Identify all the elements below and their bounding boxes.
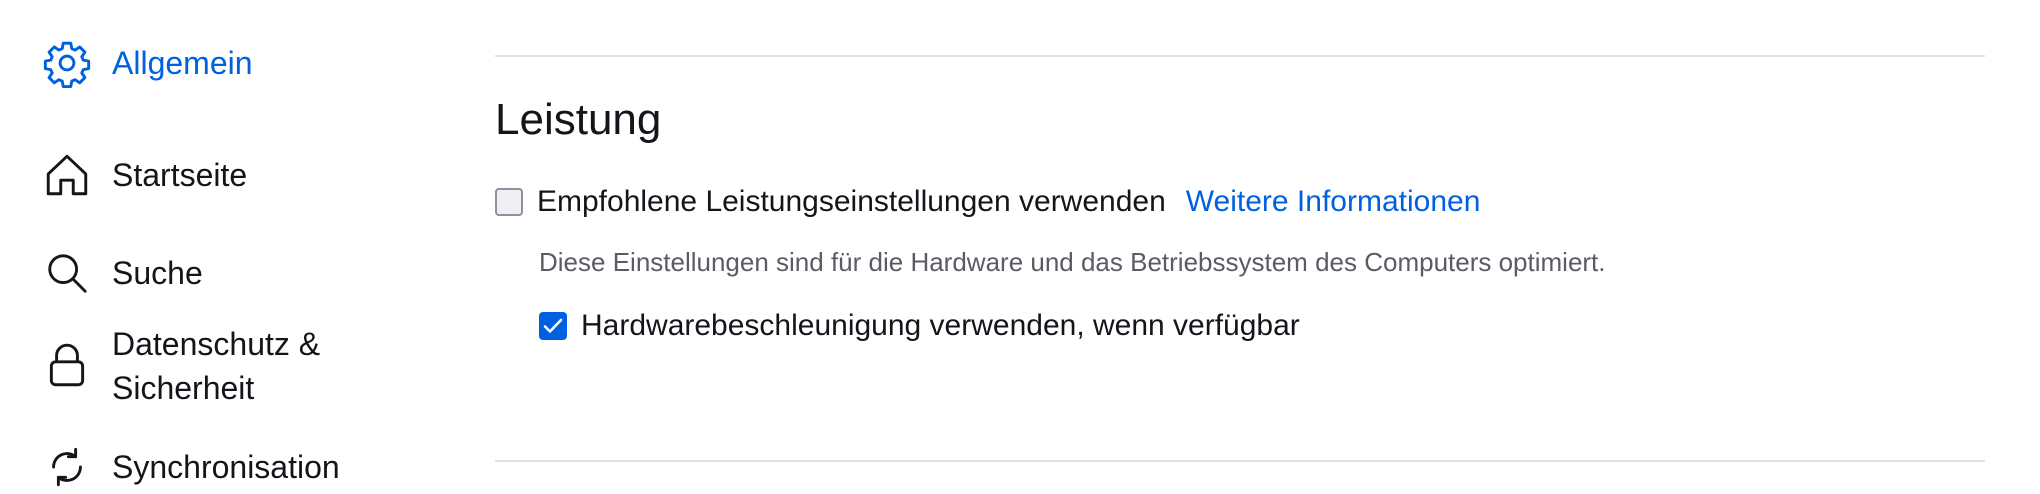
performance-description: Diese Einstellungen sind für die Hardwar… bbox=[539, 247, 1606, 277]
sidebar-item-label: Allgemein bbox=[112, 45, 253, 81]
hardware-acceleration-checkbox[interactable] bbox=[539, 312, 567, 340]
sidebar-item-datenschutz[interactable]: Datenschutz & Sicherheit bbox=[40, 322, 352, 410]
hardware-acceleration-label[interactable]: Hardwarebeschleunigung verwenden, wenn v… bbox=[581, 306, 1300, 346]
sidebar: Allgemein Startseite Suche Datenschutz &… bbox=[0, 0, 440, 488]
section-divider-top bbox=[495, 55, 1985, 57]
sidebar-item-suche[interactable]: Suche bbox=[40, 246, 203, 300]
sidebar-item-synchronisation[interactable]: Synchronisation bbox=[40, 440, 340, 494]
section-title: Leistung bbox=[495, 95, 662, 144]
hardware-acceleration-row: Hardwarebeschleunigung verwenden, wenn v… bbox=[539, 306, 1300, 346]
sidebar-item-allgemein[interactable]: Allgemein bbox=[40, 36, 253, 90]
lock-icon bbox=[40, 339, 94, 393]
learn-more-link[interactable]: Weitere Informationen bbox=[1186, 182, 1481, 222]
recommended-performance-label[interactable]: Empfohlene Leistungseinstellungen verwen… bbox=[537, 182, 1166, 222]
section-divider-bottom bbox=[495, 460, 1985, 462]
checkmark-icon bbox=[543, 318, 563, 333]
sidebar-item-label: Synchronisation bbox=[112, 449, 340, 485]
sidebar-item-label: Startseite bbox=[112, 157, 248, 193]
search-icon bbox=[40, 246, 94, 300]
sync-icon bbox=[40, 440, 94, 494]
gear-icon bbox=[40, 36, 94, 90]
sidebar-item-label: Datenschutz & Sicherheit bbox=[112, 326, 321, 406]
sidebar-item-label: Suche bbox=[112, 255, 203, 291]
home-icon bbox=[40, 148, 94, 202]
recommended-performance-checkbox[interactable] bbox=[495, 188, 523, 216]
sidebar-item-startseite[interactable]: Startseite bbox=[40, 148, 247, 202]
main-content: Leistung Empfohlene Leistungseinstellung… bbox=[495, 0, 1995, 488]
recommended-performance-row: Empfohlene Leistungseinstellungen verwen… bbox=[495, 182, 1480, 222]
